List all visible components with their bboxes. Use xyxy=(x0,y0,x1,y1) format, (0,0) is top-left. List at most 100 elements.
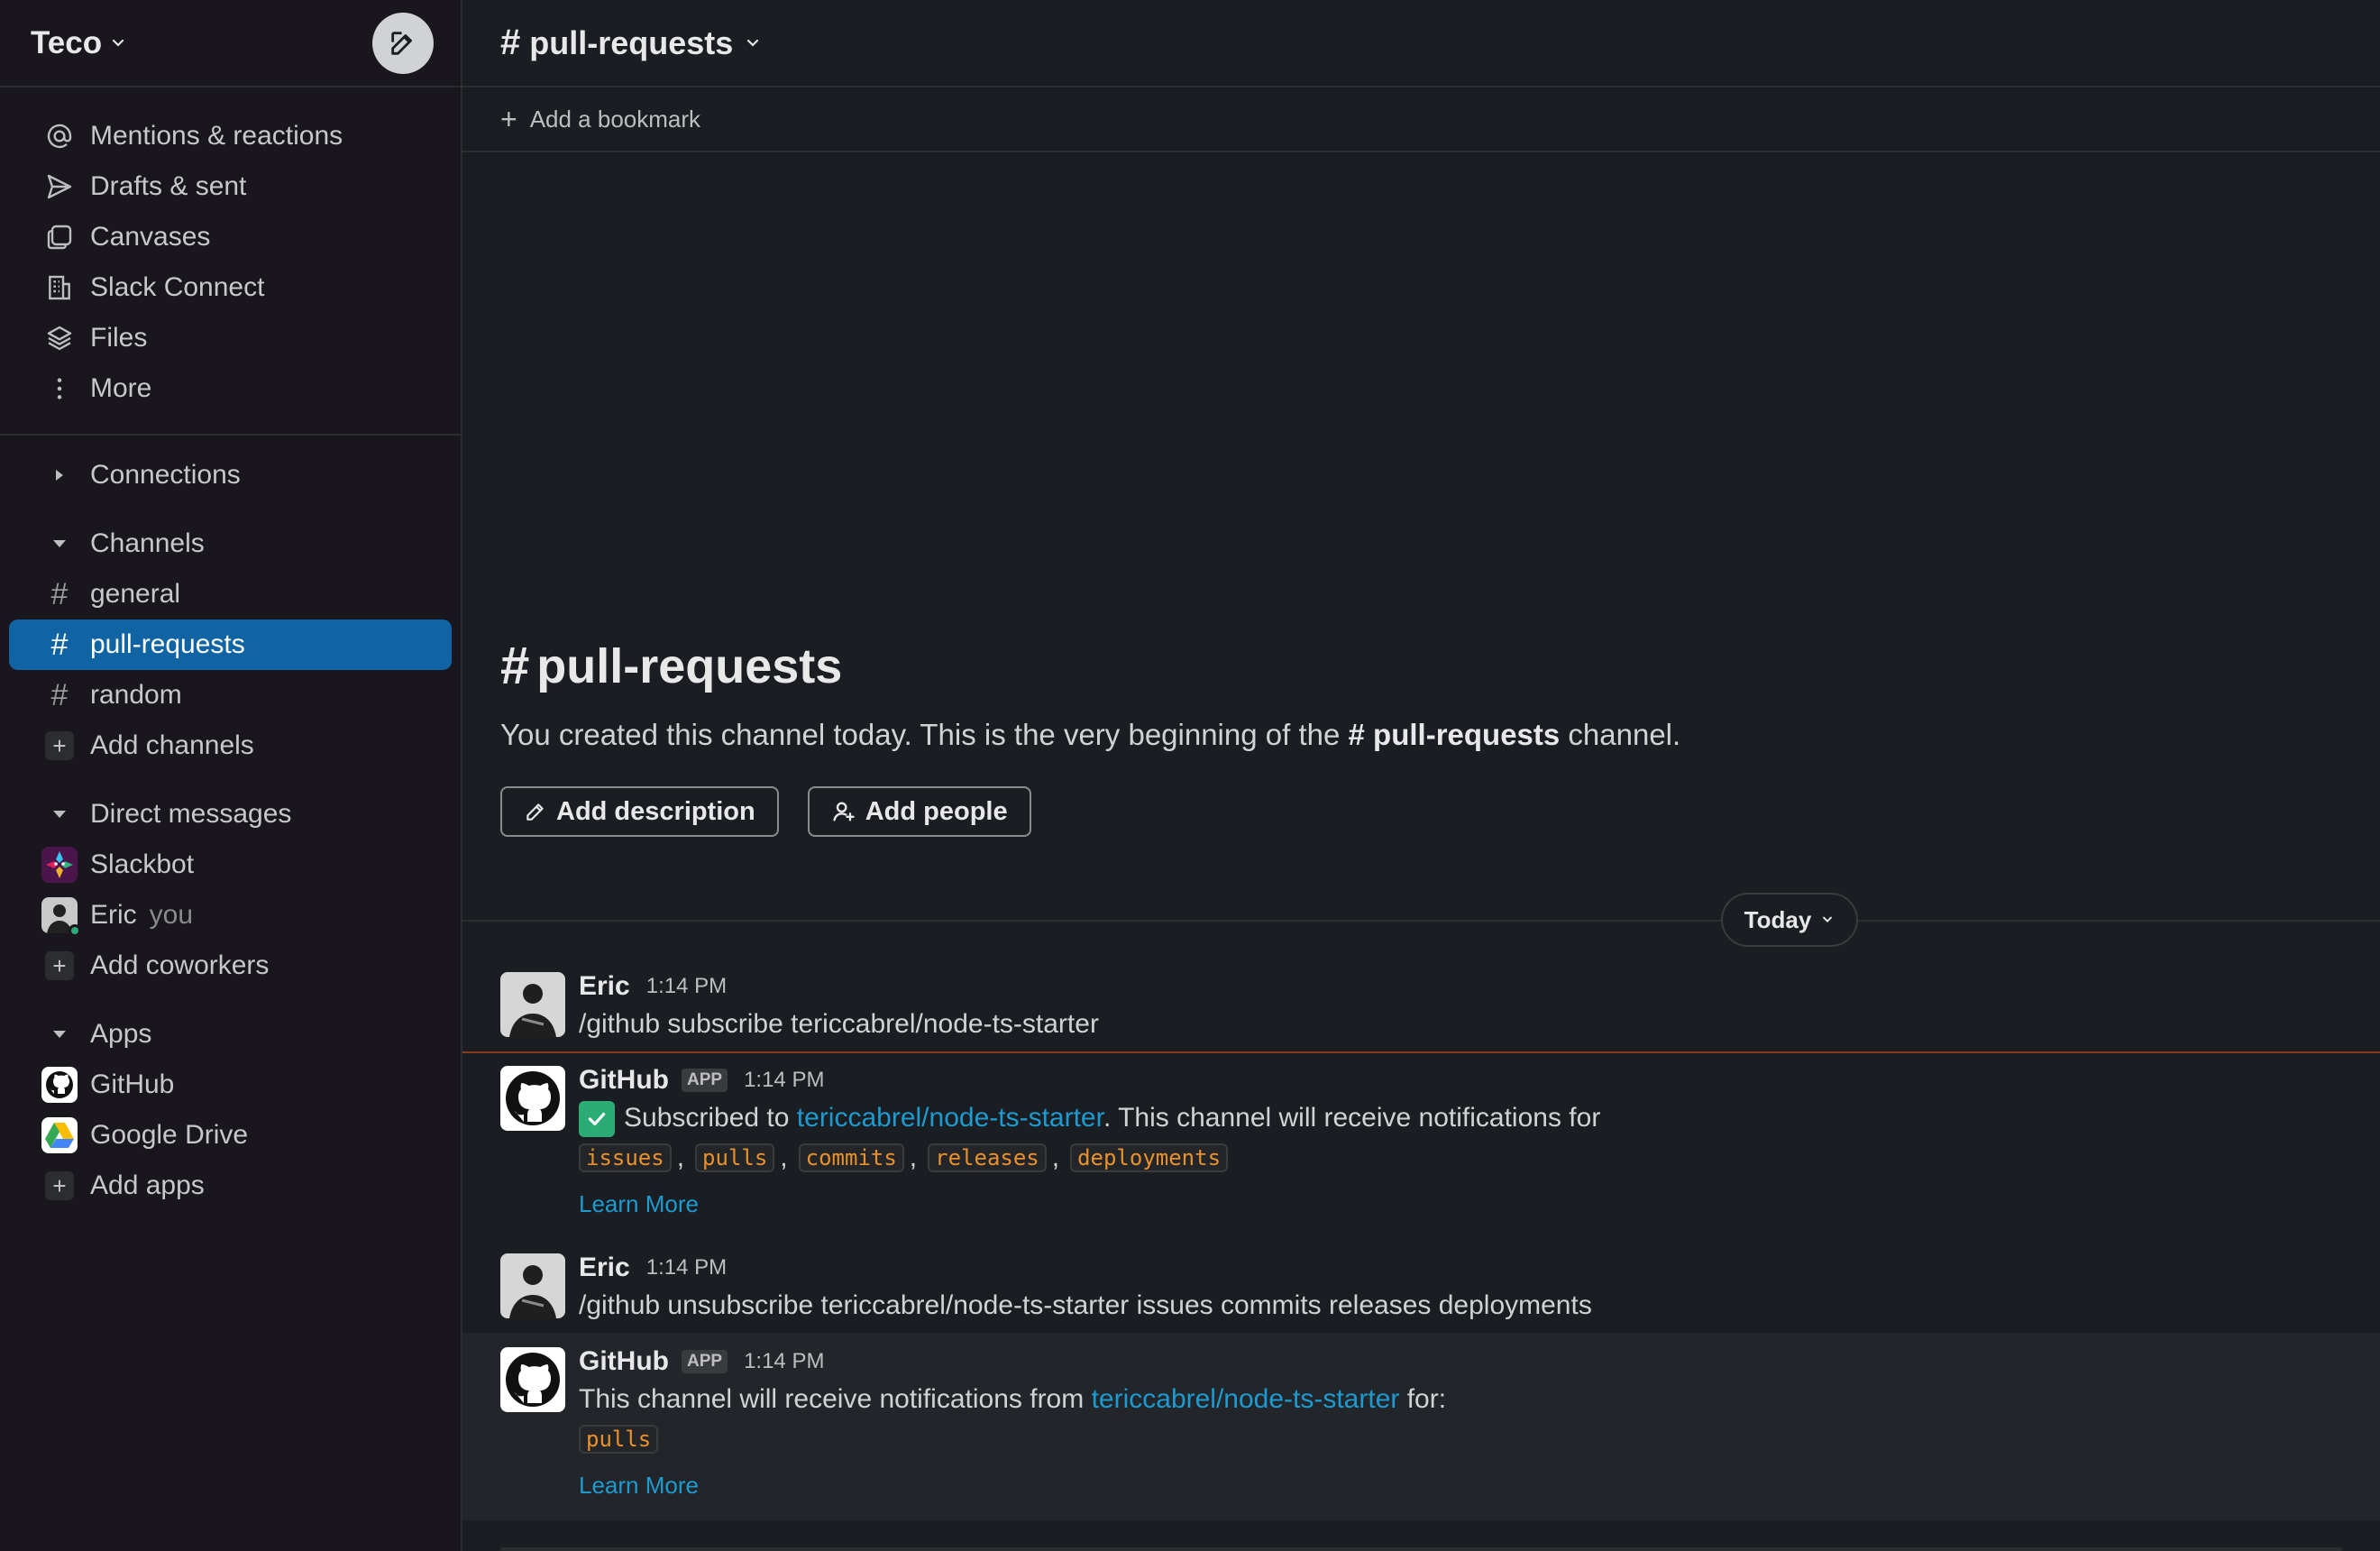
sidebar-item-slack-connect[interactable]: Slack Connect xyxy=(9,262,452,313)
message-text-part: for: xyxy=(1406,1384,1447,1414)
sidebar-item-app-github[interactable]: GitHub xyxy=(9,1060,452,1110)
repo-link[interactable]: tericcabrel/node-ts-starter xyxy=(1092,1384,1400,1414)
add-description-button[interactable]: Add description xyxy=(500,786,779,837)
channel-header: # pull-requests xyxy=(462,0,2380,87)
message-meta: GitHub APP 1:14 PM xyxy=(579,1344,1446,1380)
section-channels[interactable]: Channels xyxy=(9,519,452,569)
sidebar-item-channel-general[interactable]: # general xyxy=(9,569,452,619)
compose-button[interactable] xyxy=(372,12,434,74)
code-tag: pulls xyxy=(579,1425,659,1454)
code-tag: deployments xyxy=(1070,1143,1229,1172)
app-label: GitHub xyxy=(90,1069,175,1099)
sender-name[interactable]: Eric xyxy=(579,971,630,1002)
section-label: Direct messages xyxy=(90,799,292,829)
plus-icon: + xyxy=(500,102,517,135)
date-divider xyxy=(462,920,2380,922)
bookmark-bar: + Add a bookmark xyxy=(462,87,2380,152)
sidebar-item-files[interactable]: Files xyxy=(9,313,452,363)
add-people-label: Add people xyxy=(865,796,1008,826)
add-channels-button[interactable]: + Add channels xyxy=(9,720,452,771)
message-text: /github unsubscribe tericcabrel/node-ts-… xyxy=(579,1290,1592,1320)
add-bookmark-button[interactable]: + Add a bookmark xyxy=(500,103,700,136)
avatar[interactable] xyxy=(500,1253,565,1318)
sidebar-item-label: Files xyxy=(90,323,148,353)
sidebar-item-app-google-drive[interactable]: Google Drive xyxy=(9,1110,452,1161)
intro-text-after: channel. xyxy=(1568,718,1681,751)
sidebar-item-canvases[interactable]: Canvases xyxy=(9,212,452,262)
message-text-part: . This channel will receive notification… xyxy=(1103,1103,1601,1133)
channel-label: random xyxy=(90,680,182,710)
separator: , xyxy=(676,1143,685,1172)
hash-icon: # xyxy=(50,627,69,662)
intro-title: # pull-requests xyxy=(500,636,1680,696)
workspace-name: Teco xyxy=(31,24,103,60)
sidebar-item-mentions[interactable]: Mentions & reactions xyxy=(9,111,452,161)
avatar[interactable] xyxy=(500,972,565,1037)
github-avatar[interactable] xyxy=(500,1066,565,1131)
repo-link[interactable]: tericcabrel/node-ts-starter xyxy=(797,1103,1103,1133)
message-body: GitHub APP 1:14 PM This channel will rec… xyxy=(579,1344,1446,1500)
date-jump-button[interactable]: Today xyxy=(1721,893,1858,947)
separator: , xyxy=(1051,1143,1060,1172)
github-avatar[interactable] xyxy=(500,1347,565,1412)
avatar xyxy=(41,897,81,937)
chevron-down-icon xyxy=(109,34,127,52)
section-label: Apps xyxy=(90,1019,152,1049)
pencil-icon xyxy=(524,800,547,823)
add-apps-label: Add apps xyxy=(90,1170,205,1200)
intro-text-before: You created this channel today. This is … xyxy=(500,718,1341,751)
sidebar-nav: Mentions & reactions Drafts & sent Canva… xyxy=(0,87,461,436)
chevron-down-icon xyxy=(744,34,762,52)
sender-name[interactable]: GitHub xyxy=(579,1065,669,1096)
add-person-icon xyxy=(831,799,856,824)
sidebar-item-more[interactable]: More xyxy=(9,363,452,414)
section-direct-messages[interactable]: Direct messages xyxy=(9,789,452,840)
sidebar-item-dm-eric[interactable]: Eric you xyxy=(9,890,452,941)
timestamp[interactable]: 1:14 PM xyxy=(646,1255,727,1280)
message-meta: GitHub APP 1:14 PM xyxy=(579,1062,1600,1098)
event-list: pulls xyxy=(579,1419,1446,1459)
timestamp[interactable]: 1:14 PM xyxy=(646,974,727,999)
timestamp[interactable]: 1:14 PM xyxy=(744,1349,824,1374)
separator: , xyxy=(780,1143,788,1172)
message-text: This channel will receive notifications … xyxy=(579,1380,1446,1419)
message-body: Eric 1:14 PM /github subscribe tericcabr… xyxy=(579,968,1099,1044)
dm-label: Eric xyxy=(90,900,137,930)
add-coworkers-label: Add coworkers xyxy=(90,950,270,980)
add-coworkers-button[interactable]: + Add coworkers xyxy=(9,941,452,991)
intro-channel-mention-name: pull-requests xyxy=(1373,718,1561,751)
learn-more-link[interactable]: Learn More xyxy=(579,1472,1446,1500)
hash-icon: # xyxy=(500,23,521,62)
sender-name[interactable]: Eric xyxy=(579,1253,630,1283)
learn-more-link[interactable]: Learn More xyxy=(579,1190,1600,1218)
dm-label: Slackbot xyxy=(90,849,195,879)
sidebar-item-label: Mentions & reactions xyxy=(90,121,343,151)
sidebar-item-channel-pull-requests[interactable]: # pull-requests xyxy=(9,619,452,670)
section-apps[interactable]: Apps xyxy=(9,1009,452,1060)
compose-icon xyxy=(388,28,418,59)
workspace-switcher[interactable]: Teco xyxy=(31,25,127,61)
sidebar-item-drafts[interactable]: Drafts & sent xyxy=(9,161,452,212)
slackbot-avatar xyxy=(41,847,78,883)
app-badge: APP xyxy=(681,1069,728,1092)
channel-view: # pull-requests + Add a bookmark # pull-… xyxy=(462,0,2380,1551)
intro-channel-mention[interactable]: # pull-requests xyxy=(1349,718,1561,751)
sidebar-item-channel-random[interactable]: # random xyxy=(9,670,452,720)
send-icon xyxy=(41,169,78,205)
section-label: Channels xyxy=(90,528,205,558)
layers-icon xyxy=(41,320,78,356)
plus-icon: + xyxy=(41,728,78,764)
sidebar-item-dm-slackbot[interactable]: Slackbot xyxy=(9,840,452,890)
add-apps-button[interactable]: + Add apps xyxy=(9,1161,452,1211)
presence-indicator xyxy=(69,924,81,937)
add-people-button[interactable]: Add people xyxy=(807,786,1031,837)
channel-title: pull-requests xyxy=(529,23,734,61)
sidebar: Teco Mentions & reactions Drafts & sent … xyxy=(0,0,462,1551)
channel-name-button[interactable]: # pull-requests xyxy=(500,23,762,63)
add-bookmark-label: Add a bookmark xyxy=(529,105,701,133)
timestamp[interactable]: 1:14 PM xyxy=(744,1068,824,1093)
google-drive-icon xyxy=(41,1117,78,1153)
section-connections[interactable]: Connections xyxy=(9,450,452,500)
sender-name[interactable]: GitHub xyxy=(579,1346,669,1377)
event-list: issues, pulls, commits, releases, deploy… xyxy=(579,1138,1600,1178)
